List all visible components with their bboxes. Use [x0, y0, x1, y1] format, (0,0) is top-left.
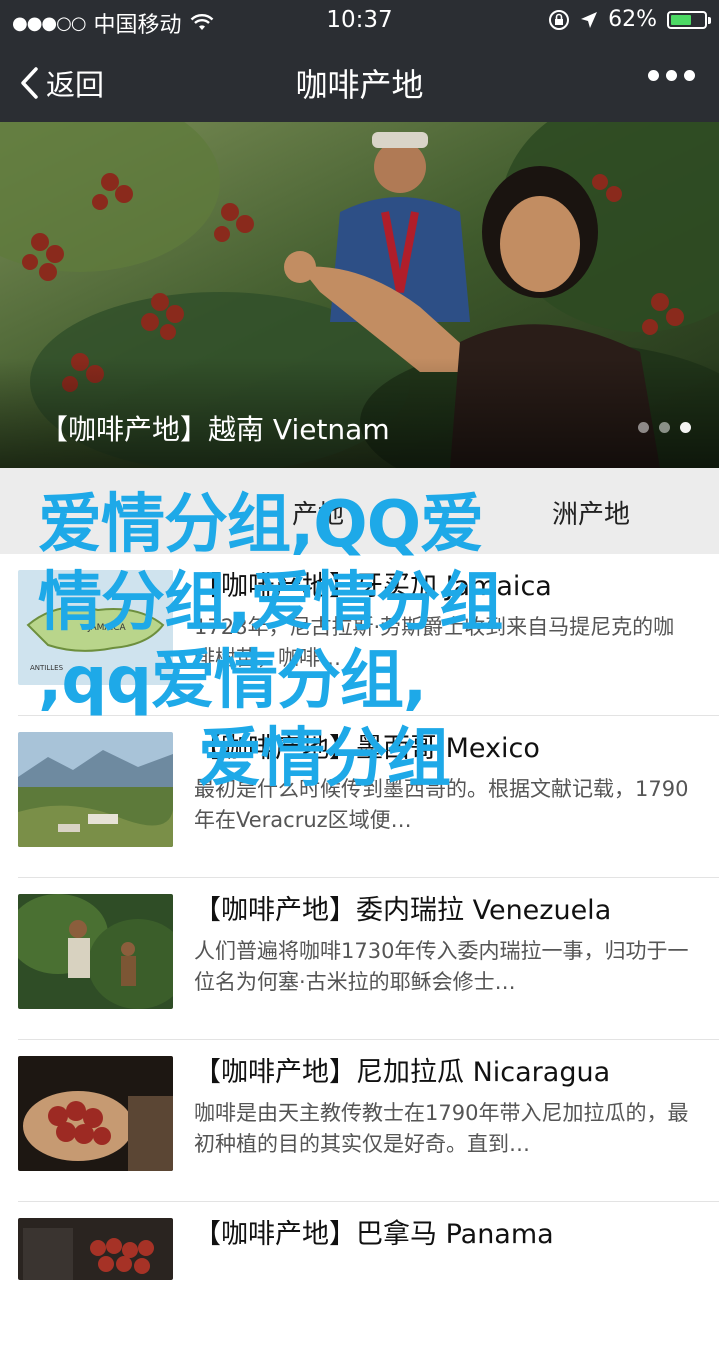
carousel-indicator [638, 422, 691, 433]
item-description: 最初是什么时候传到墨西哥的。根据文献记载，1790年在Veracruz区域便… [194, 777, 689, 832]
battery-fill [671, 14, 691, 25]
list-item[interactable]: 【咖啡产地】尼加拉瓜 Nicaragua 咖啡是由天主教传教士在1790年带入尼… [0, 1040, 719, 1202]
hero-banner[interactable]: 【咖啡产地】越南 Vietnam [0, 122, 719, 468]
location-arrow-icon [581, 11, 598, 28]
more-dot-icon [684, 70, 695, 81]
item-thumbnail [18, 1056, 173, 1171]
more-dot-icon [648, 70, 659, 81]
list-item[interactable]: 【咖啡产地】委内瑞拉 Venezuela 人们普遍将咖啡1730年传入委内瑞拉一… [0, 878, 719, 1040]
item-description: 1728年，尼古拉斯·劳斯爵士收到来自马提尼克的咖啡树苗，咖啡… [194, 615, 675, 670]
mexico-landscape-thumbnail [18, 732, 173, 847]
item-description: 咖啡是由天主教传教士在1790年带入尼加拉瓜的，最初种植的目的其实仅是好奇。直到… [194, 1101, 689, 1156]
carousel-dot-active[interactable] [680, 422, 691, 433]
item-description: 人们普遍将咖啡1730年传入委内瑞拉一事，归功于一位名为何塞·古米拉的耶稣会修士… [194, 939, 689, 994]
item-title: 【咖啡产地】尼加拉瓜 Nicaragua [194, 1057, 611, 1088]
item-title: 【咖啡产地】墨西哥 Mexico [194, 733, 540, 764]
hero-caption: 【咖啡产地】越南 Vietnam [40, 413, 390, 446]
more-options-button[interactable] [648, 70, 695, 81]
page-title: 咖啡产地 [295, 66, 424, 104]
item-thumbnail [18, 732, 173, 847]
thumb-map-label: JAMAICA [87, 623, 127, 633]
item-thumbnail [18, 1218, 173, 1280]
item-title: 【咖啡产地】巴拿马 Panama [194, 1219, 554, 1250]
item-title: 【咖啡产地】牙买加 Jamaica [194, 571, 552, 602]
category-text: 产地 [292, 500, 345, 530]
nav-bar: 返回 咖啡产地 [0, 40, 719, 122]
item-thumbnail [18, 894, 173, 1009]
list-item[interactable]: 【咖啡产地】巴拿马 Panama [0, 1202, 719, 1364]
venezuela-farm-thumbnail [18, 894, 173, 1009]
carousel-dot[interactable] [659, 422, 670, 433]
battery-icon [667, 10, 711, 29]
jamaica-map-thumbnail: JAMAICA ANTILLES [18, 570, 173, 685]
thumb-map-sublabel: ANTILLES [30, 664, 64, 672]
item-title: 【咖啡产地】委内瑞拉 Venezuela [194, 895, 612, 926]
lock-rotation-icon [549, 9, 570, 30]
status-bar: ●●●○○ 中国移动 10:37 62% [0, 0, 719, 40]
top-bar: ●●●○○ 中国移动 10:37 62% 返回 咖啡产地 [0, 0, 719, 122]
status-right: 62% [548, 7, 711, 32]
panama-beans-thumbnail [18, 1218, 173, 1280]
nicaragua-cherries-thumbnail [18, 1056, 173, 1171]
list-item[interactable]: JAMAICA ANTILLES 【咖啡产地】牙买加 Jamaica 1728年… [0, 554, 719, 716]
category-text: 洲产地 [552, 500, 631, 530]
more-dot-icon [666, 70, 677, 81]
list-item[interactable]: 【咖啡产地】墨西哥 Mexico 最初是什么时候传到墨西哥的。根据文献记载，17… [0, 716, 719, 878]
item-thumbnail: JAMAICA ANTILLES [18, 570, 173, 685]
carousel-dot[interactable] [638, 422, 649, 433]
category-row[interactable]: 产地 洲产地 [0, 468, 719, 554]
battery-percent: 62% [608, 7, 657, 32]
